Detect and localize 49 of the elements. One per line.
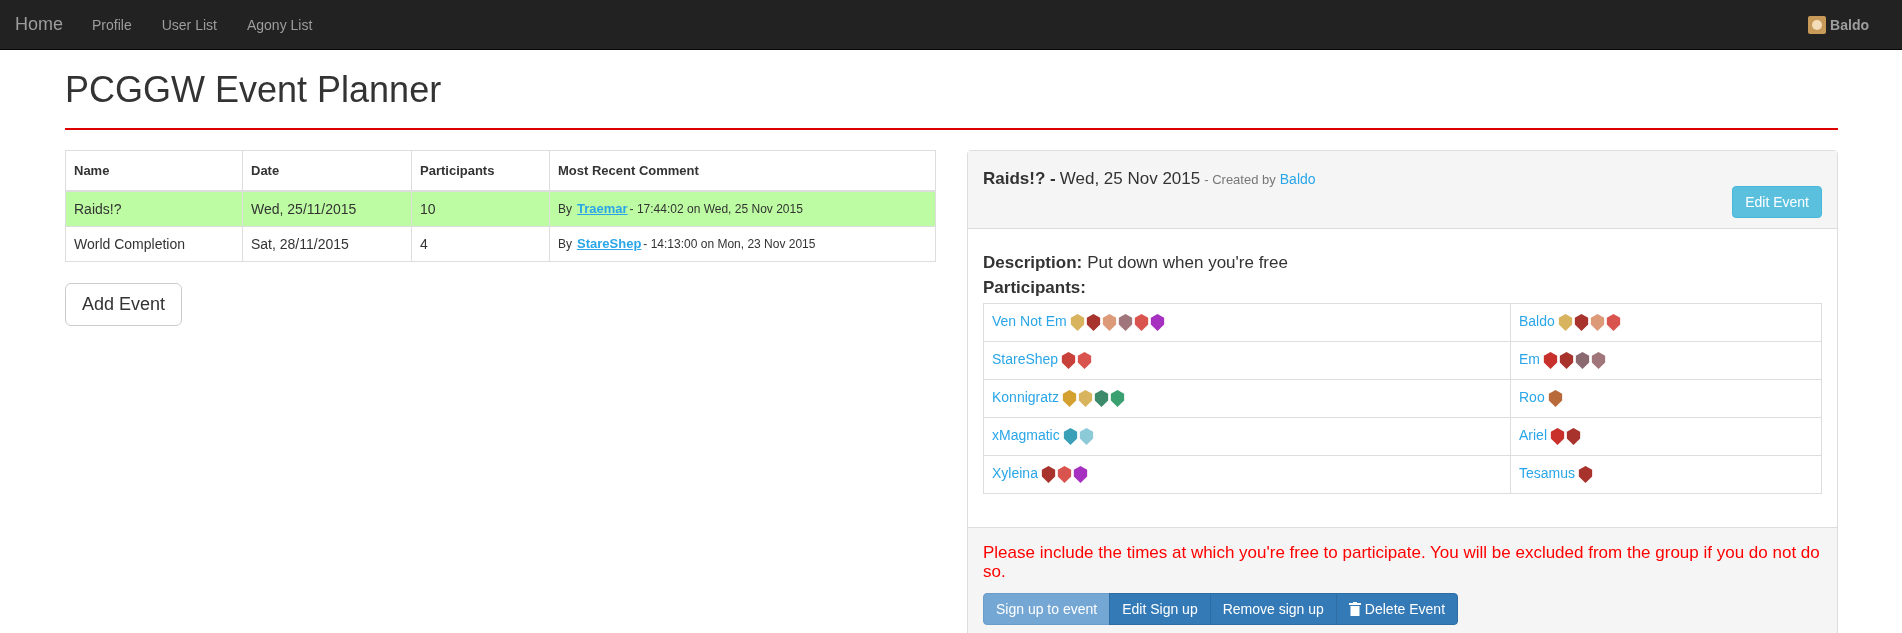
nav-link[interactable]: User List	[161, 16, 217, 33]
table-cell: World Completion	[65, 226, 243, 262]
table-cell: Sat, 28/11/2015	[242, 226, 412, 262]
comment-author-link[interactable]: Traemar	[577, 201, 628, 217]
participant-link[interactable]: Tesamus	[1519, 464, 1576, 481]
home-link[interactable]: Home	[15, 14, 63, 35]
column-header: Participants	[411, 150, 550, 191]
description-label: Description:	[983, 252, 1083, 272]
event-date: Wed, 25 Nov 2015	[1059, 168, 1201, 188]
delete-event-button[interactable]: Delete Event	[1335, 592, 1459, 625]
nav-link[interactable]: Profile	[92, 16, 132, 33]
action-button[interactable]: Edit Sign up	[1109, 592, 1211, 625]
participant-link[interactable]: Ven Not Em	[992, 312, 1067, 329]
participant-link[interactable]: Em	[1519, 350, 1540, 367]
description-text: Put down when you're free	[1087, 252, 1288, 272]
participants-label: Participants:	[983, 277, 1087, 298]
user-link[interactable]: Baldo	[1830, 16, 1869, 33]
participant-link[interactable]: xMagmatic	[992, 426, 1060, 443]
participant-link[interactable]: Ariel	[1519, 426, 1547, 443]
table-cell: 4	[411, 226, 550, 262]
comment-author-link[interactable]: StareShep	[577, 236, 642, 252]
created-by-label: - Created by	[1204, 171, 1276, 187]
page-title: PCGGW Event Planner	[65, 70, 443, 110]
add-event-button[interactable]: Add Event	[65, 282, 183, 326]
event-row[interactable]: Raids!? Wed, 25/11/2015 10 By Traemar- 17:44:02 on Wed, 25 Nov 2015	[65, 190, 936, 227]
comment-prefix: By	[558, 237, 572, 252]
participant-link[interactable]: StareShep	[992, 350, 1059, 367]
edit-event-button[interactable]: Edit Event	[1732, 185, 1822, 218]
column-header: Name	[65, 150, 243, 191]
table-cell: 10	[411, 190, 550, 227]
table-cell: Raids!?	[65, 190, 243, 227]
column-header: Most Recent Comment	[549, 150, 936, 191]
trash-icon	[1348, 601, 1361, 616]
participant-link[interactable]: Xyleina	[992, 464, 1038, 481]
comment-prefix: By	[558, 202, 572, 217]
creator-link[interactable]: Baldo	[1279, 170, 1316, 187]
participant-link[interactable]: Baldo	[1519, 312, 1555, 329]
comment-time: - 17:44:02 on Wed, 25 Nov 2015	[629, 202, 803, 217]
event-name: Raids!? -	[983, 168, 1056, 188]
event-row[interactable]: World Completion Sat, 28/11/2015 4 By StareShep- 14:13:00 on Mon, 23 Nov 2015	[65, 226, 936, 262]
nav-link[interactable]: Agony List	[246, 16, 313, 33]
table-cell: Wed, 25/11/2015	[242, 190, 412, 227]
avatar-icon	[1808, 15, 1827, 34]
warning-text: Please include the times at which you're free to participate. You will be excluded from the group if you do not do so.	[983, 542, 1821, 582]
action-button[interactable]: Remove sign up	[1209, 592, 1337, 625]
participant-link[interactable]: Konnigratz	[992, 388, 1059, 405]
column-header: Date	[242, 150, 412, 191]
comment-time: - 14:13:00 on Mon, 23 Nov 2015	[643, 237, 816, 252]
participant-link[interactable]: Roo	[1519, 388, 1545, 405]
